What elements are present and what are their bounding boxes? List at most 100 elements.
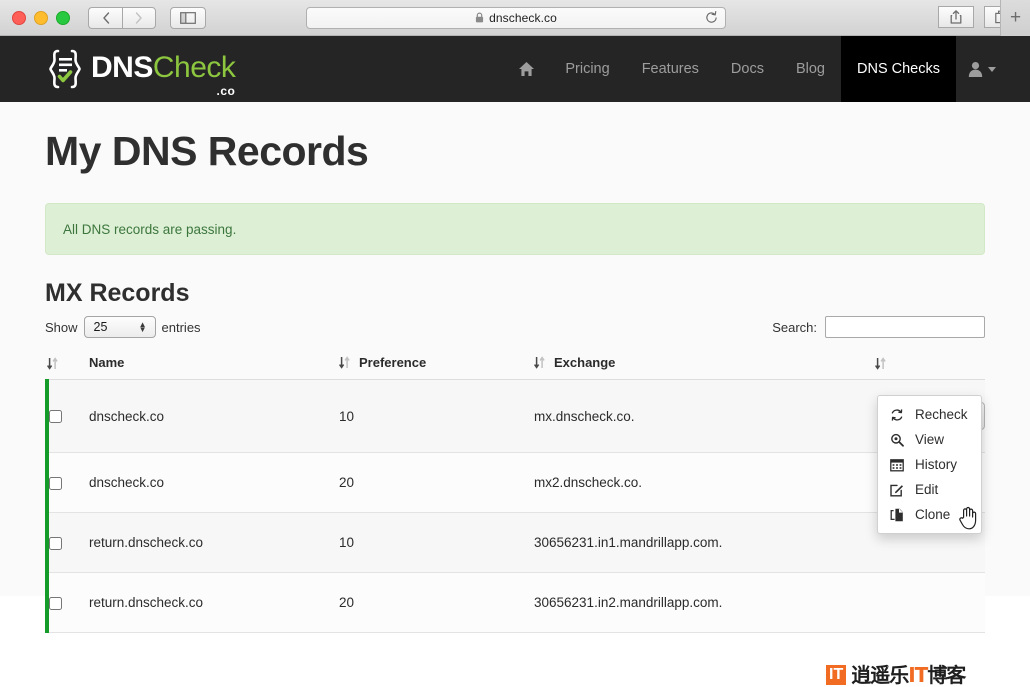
section-title: MX Records [45, 279, 190, 307]
sort-icon [875, 357, 886, 370]
table-header-row: Name Preference Exchange [47, 355, 985, 380]
cell-exchange: 30656231.in2.mandrillapp.com. [534, 572, 875, 633]
calendar-icon [889, 458, 904, 472]
row-checkbox[interactable] [49, 596, 62, 610]
main-navigation: Pricing Features Docs Blog DNS Checks [504, 36, 1010, 102]
watermark: IT 逍遥乐IT博客 [826, 663, 966, 687]
cell-actions [875, 572, 985, 633]
row-checkbox[interactable] [49, 476, 62, 490]
share-button[interactable] [938, 6, 974, 28]
column-header-actions[interactable] [875, 355, 985, 380]
row-actions-menu[interactable]: Recheck View History Edit Clone [877, 395, 982, 534]
row-select-cell [45, 512, 89, 573]
user-icon [968, 62, 983, 77]
chevron-right-icon [135, 11, 142, 24]
row-select-cell [45, 452, 89, 513]
cell-preference: 20 [339, 572, 534, 633]
browser-toolbar: dnscheck.co + [0, 0, 1030, 36]
entries-select[interactable]: 25 ▲ ▼ [83, 316, 156, 338]
row-select-cell [45, 572, 89, 633]
page-title: My DNS Records [45, 128, 369, 174]
pencil-square-icon [889, 483, 904, 497]
column-header-exchange[interactable]: Exchange [534, 355, 875, 380]
site-header: DNSCheck .co Pricing Features Docs Blog … [0, 36, 1030, 102]
menu-item-recheck-label: Recheck [915, 407, 968, 422]
close-window-button[interactable] [12, 10, 26, 25]
entries-length-control: Show 25 ▲ ▼ entries [45, 316, 201, 338]
table-row[interactable]: return.dnscheck.co 20 30656231.in2.mandr… [45, 572, 985, 633]
lock-icon [475, 12, 484, 23]
user-menu-button[interactable] [956, 36, 1010, 102]
sort-icon [339, 356, 350, 369]
cell-exchange: 30656231.in1.mandrillapp.com. [534, 512, 875, 573]
copy-icon [889, 508, 904, 522]
menu-item-clone-label: Clone [915, 507, 951, 522]
cell-preference: 20 [339, 452, 534, 513]
cell-exchange: mx2.dnscheck.co. [534, 452, 875, 513]
menu-item-edit[interactable]: Edit [878, 477, 981, 502]
share-icon [950, 10, 962, 24]
table-body: dnscheck.co 10 mx.dnscheck.co. dnscheck.… [45, 379, 985, 633]
minimize-window-button[interactable] [34, 10, 48, 25]
nav-item-home[interactable] [504, 36, 549, 102]
content-container: My DNS Records All DNS records are passi… [45, 102, 985, 633]
table-row[interactable]: dnscheck.co 20 mx2.dnscheck.co. [45, 452, 985, 513]
watermark-badge: IT [826, 665, 847, 685]
maximize-window-button[interactable] [56, 10, 70, 25]
menu-item-history-label: History [915, 457, 958, 472]
show-label: Show [45, 319, 78, 335]
entries-label: entries [161, 319, 201, 335]
menu-item-recheck[interactable]: Recheck [878, 402, 981, 427]
watermark-text-c: 博客 [927, 663, 966, 687]
column-header-name[interactable]: Name [89, 355, 339, 380]
row-checkbox[interactable] [49, 536, 62, 550]
table-head: Name Preference Exchange [47, 355, 985, 380]
chevron-left-icon [102, 11, 109, 24]
watermark-text: 逍遥乐IT博客 [851, 663, 966, 687]
url-text: dnscheck.co [489, 10, 557, 25]
search-control: Search: [772, 316, 985, 338]
column-header-select[interactable] [47, 355, 89, 380]
back-button[interactable] [88, 6, 122, 29]
nav-item-dns-checks[interactable]: DNS Checks [841, 36, 956, 102]
search-label: Search: [772, 319, 817, 335]
column-header-name-label: Name [89, 355, 125, 370]
sidebar-icon [180, 11, 196, 24]
new-tab-button[interactable]: + [1000, 0, 1030, 36]
sidebar-toggle-button[interactable] [170, 6, 206, 29]
menu-item-view-label: View [915, 432, 945, 447]
chevron-down-icon [988, 66, 996, 72]
cell-preference: 10 [339, 379, 534, 453]
logo-co-text: .co [216, 84, 236, 98]
refresh-icon [889, 408, 904, 422]
forward-button[interactable] [122, 6, 156, 29]
cell-name: dnscheck.co [89, 379, 339, 453]
nav-item-blog[interactable]: Blog [780, 36, 841, 102]
cell-name: dnscheck.co [89, 452, 339, 513]
nav-item-features[interactable]: Features [626, 36, 715, 102]
table-row[interactable]: dnscheck.co 10 mx.dnscheck.co. [45, 379, 985, 453]
site-logo[interactable]: DNSCheck .co [45, 48, 236, 98]
search-input[interactable] [825, 316, 985, 338]
stepper-arrows-icon: ▲ ▼ [138, 320, 147, 334]
nav-item-docs[interactable]: Docs [715, 36, 780, 102]
cell-exchange: mx.dnscheck.co. [534, 379, 875, 453]
menu-item-history[interactable]: History [878, 452, 981, 477]
column-header-exchange-label: Exchange [554, 355, 616, 370]
cell-name: return.dnscheck.co [89, 512, 339, 573]
menu-item-clone[interactable]: Clone [878, 502, 981, 527]
browser-actions: + [938, 0, 1030, 36]
menu-item-edit-label: Edit [915, 482, 939, 497]
cell-preference: 10 [339, 512, 534, 573]
reload-icon[interactable] [705, 10, 718, 29]
dns-records-table: Name Preference Exchange dnscheck.co 10 … [45, 355, 985, 633]
nav-item-pricing[interactable]: Pricing [549, 36, 625, 102]
table-row[interactable]: return.dnscheck.co 10 30656231.in1.mandr… [45, 512, 985, 573]
watermark-text-b: IT [908, 663, 928, 687]
page-body: My DNS Records All DNS records are passi… [0, 102, 1030, 685]
row-checkbox[interactable] [49, 410, 62, 424]
menu-item-view[interactable]: View [878, 427, 981, 452]
column-header-preference-label: Preference [359, 355, 427, 370]
address-bar[interactable]: dnscheck.co [306, 6, 726, 29]
column-header-preference[interactable]: Preference [339, 355, 534, 380]
